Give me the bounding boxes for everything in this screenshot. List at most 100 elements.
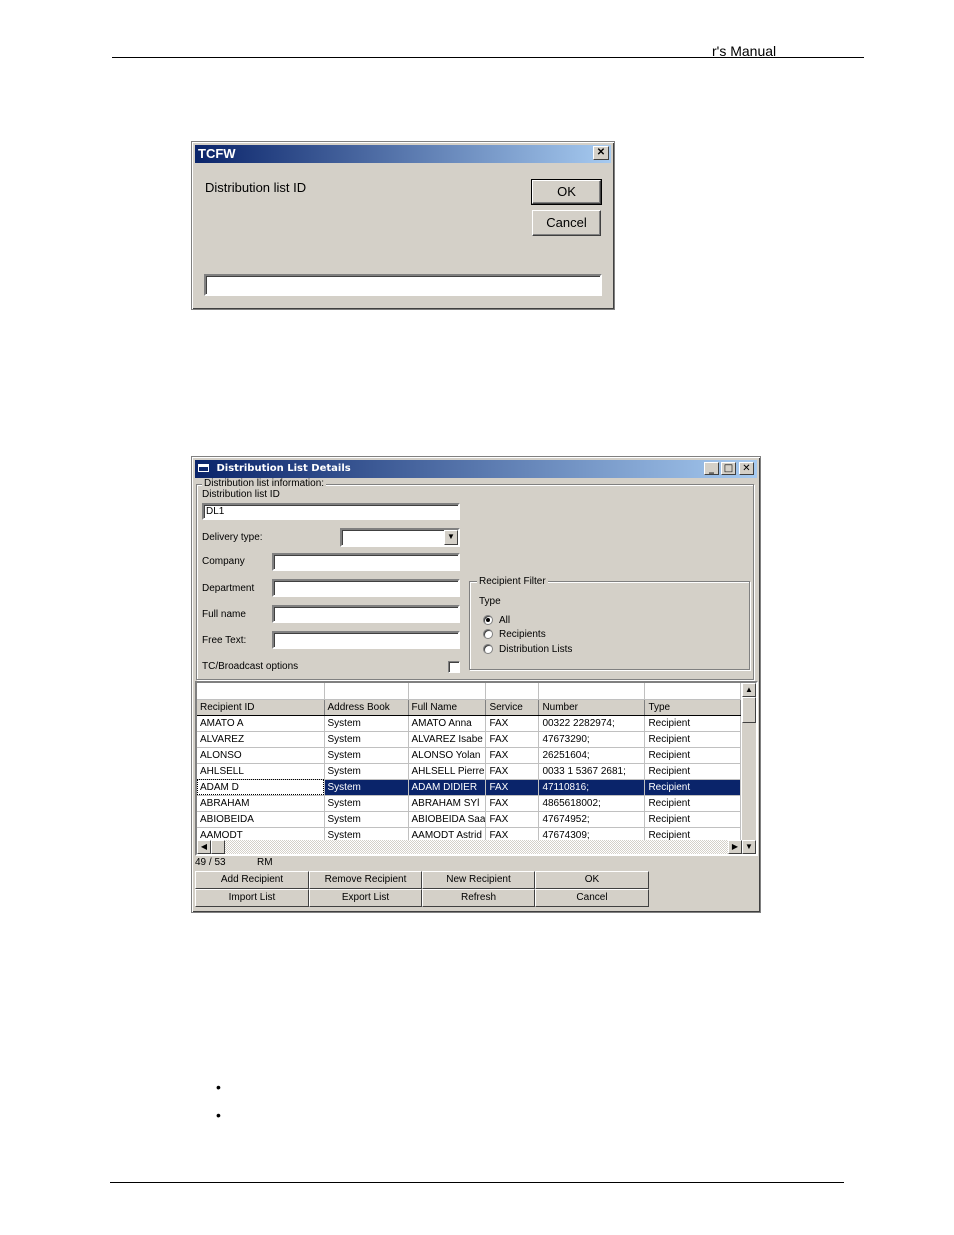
ok-button[interactable]: OK — [535, 871, 649, 889]
table-cell[interactable]: FAX — [485, 779, 540, 796]
blank-cell — [644, 683, 742, 700]
close-icon[interactable]: ✕ — [739, 462, 754, 475]
table-cell[interactable]: Recipient — [644, 779, 742, 796]
column-header[interactable]: Type — [644, 699, 742, 716]
table-cell[interactable]: ABIOBEIDA — [197, 811, 325, 828]
close-icon[interactable]: ✕ — [593, 146, 609, 160]
cancel-button[interactable]: Cancel — [532, 210, 601, 236]
table-cell[interactable]: ALVAREZ — [197, 731, 325, 748]
radio-distribution-lists[interactable] — [483, 644, 493, 654]
table-cell[interactable]: AHLSELL — [197, 763, 325, 780]
cancel-button[interactable]: Cancel — [535, 889, 649, 907]
table-cell[interactable]: ADAM DIDIER — [408, 779, 487, 796]
vertical-scrollbar-track[interactable] — [742, 723, 756, 843]
column-header[interactable]: Number — [538, 699, 646, 716]
table-cell[interactable]: Recipient — [644, 715, 742, 732]
column-header[interactable]: Address Book — [324, 699, 409, 716]
table-cell[interactable]: AMATO A — [197, 715, 325, 732]
remove-recipient-button[interactable]: Remove Recipient — [309, 871, 422, 889]
delivery-type-label: Delivery type: — [202, 532, 263, 543]
dialog-titlebar: TCFW ✕ — [195, 145, 611, 163]
free-text-field[interactable] — [272, 631, 460, 649]
table-cell[interactable]: AHLSELL Pierre — [408, 763, 487, 780]
broadcast-options-label: TC/Broadcast options — [202, 661, 299, 672]
table-cell[interactable]: 00322 2282974; — [538, 715, 646, 732]
table-cell[interactable]: System — [324, 731, 409, 748]
table-cell[interactable]: Recipient — [644, 811, 742, 828]
chevron-down-icon[interactable]: ▼ — [444, 530, 458, 545]
column-header[interactable]: Service — [485, 699, 540, 716]
minimize-icon[interactable]: _ — [704, 462, 719, 475]
table-row[interactable]: ABRAHAM System ABRAHAM SYl FAX 4865618002; Re… — [197, 795, 742, 812]
scroll-up-icon[interactable]: ▲ — [742, 683, 756, 697]
horizontal-scrollbar[interactable] — [197, 840, 728, 854]
table-cell[interactable]: Recipient — [644, 731, 742, 748]
radio-recipients[interactable] — [483, 629, 493, 639]
blank-cell — [538, 683, 646, 700]
table-row[interactable]: AHLSELL System AHLSELL Pierre FAX 0033 1 536… — [197, 763, 742, 780]
table-row[interactable]: ALVAREZ System ALVAREZ Isabe FAX 47673290; Re… — [197, 731, 742, 748]
department-field[interactable] — [272, 579, 460, 597]
table-row[interactable]: ALONSO System ALONSO Yolan FAX 26251604; Reci… — [197, 747, 742, 764]
table-cell[interactable]: ADAM D — [197, 779, 325, 796]
grid-blank-row — [197, 683, 742, 700]
table-cell[interactable]: ABIOBEIDA Saa — [408, 811, 487, 828]
table-cell[interactable]: FAX — [485, 731, 540, 748]
add-recipient-button[interactable]: Add Recipient — [195, 871, 309, 889]
table-cell[interactable]: FAX — [485, 795, 540, 812]
table-cell[interactable]: System — [324, 747, 409, 764]
scroll-right-icon[interactable]: ▶ — [728, 840, 742, 854]
table-row[interactable]: ABIOBEIDA System ABIOBEIDA Saa FAX 47674952;… — [197, 811, 742, 828]
table-cell[interactable]: ALVAREZ Isabe — [408, 731, 487, 748]
refresh-button[interactable]: Refresh — [422, 889, 535, 907]
broadcast-options-checkbox[interactable] — [448, 661, 460, 673]
table-row[interactable]: AMATO A System AMATO Anna FAX 00322 2282974;… — [197, 715, 742, 732]
scroll-down-icon[interactable]: ▼ — [742, 840, 756, 854]
company-field[interactable] — [272, 553, 460, 571]
table-cell[interactable]: FAX — [485, 747, 540, 764]
delivery-type-select[interactable]: ▼ — [340, 528, 460, 547]
horizontal-scroll-thumb[interactable] — [211, 840, 225, 854]
table-cell[interactable]: System — [324, 779, 409, 796]
list-id-input[interactable] — [204, 274, 602, 296]
scroll-left-icon[interactable]: ◀ — [197, 840, 211, 854]
table-cell[interactable]: FAX — [485, 715, 540, 732]
info-group-title: Distribution list information: — [202, 478, 327, 489]
table-cell[interactable]: AMATO Anna — [408, 715, 487, 732]
table-cell[interactable]: FAX — [485, 811, 540, 828]
new-recipient-button[interactable]: New Recipient — [422, 871, 535, 889]
table-cell[interactable]: 26251604; — [538, 747, 646, 764]
table-row[interactable]: ADAM D System ADAM DIDIER FAX 47110816; Recip… — [197, 779, 742, 796]
full-name-label: Full name — [202, 609, 246, 620]
table-cell[interactable]: System — [324, 763, 409, 780]
table-cell[interactable]: 47110816; — [538, 779, 646, 796]
table-cell[interactable]: Recipient — [644, 747, 742, 764]
list-id-field[interactable]: DL1 — [202, 503, 460, 520]
column-header[interactable]: Full Name — [408, 699, 487, 716]
table-cell[interactable]: ALONSO — [197, 747, 325, 764]
full-name-field[interactable] — [272, 605, 460, 623]
table-cell[interactable]: 4865618002; — [538, 795, 646, 812]
table-cell[interactable]: 47674952; — [538, 811, 646, 828]
table-cell[interactable]: 47673290; — [538, 731, 646, 748]
table-cell[interactable]: 0033 1 5367 2681; — [538, 763, 646, 780]
maximize-icon[interactable]: □ — [721, 462, 736, 475]
table-cell[interactable]: Recipient — [644, 795, 742, 812]
table-cell[interactable]: ALONSO Yolan — [408, 747, 487, 764]
table-cell[interactable]: FAX — [485, 763, 540, 780]
bullet-item-2: • — [216, 1107, 221, 1123]
radio-all[interactable] — [483, 615, 493, 625]
table-cell[interactable]: System — [324, 811, 409, 828]
table-cell[interactable]: ABRAHAM SYl — [408, 795, 487, 812]
table-cell[interactable]: ABRAHAM — [197, 795, 325, 812]
list-id-label: Distribution list ID — [202, 489, 280, 500]
table-cell[interactable]: Recipient — [644, 763, 742, 780]
distribution-list-details-window: Distribution List Details _ □ ✕ Distribu… — [191, 456, 761, 913]
table-cell[interactable]: System — [324, 795, 409, 812]
export-list-button[interactable]: Export List — [309, 889, 422, 907]
column-header[interactable]: Recipient ID — [197, 699, 325, 716]
ok-button[interactable]: OK — [531, 179, 602, 205]
import-list-button[interactable]: Import List — [195, 889, 309, 907]
vertical-scroll-thumb[interactable] — [742, 697, 756, 723]
table-cell[interactable]: System — [324, 715, 409, 732]
